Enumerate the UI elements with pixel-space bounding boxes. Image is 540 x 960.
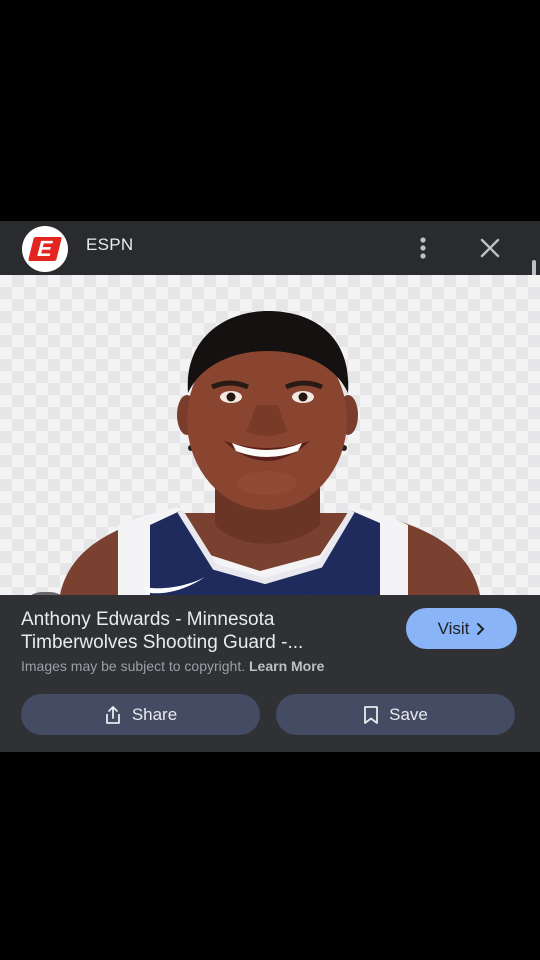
bookmark-icon — [364, 705, 379, 724]
copyright-text: Images may be subject to copyright. — [21, 658, 246, 674]
scrollbar-thumb[interactable] — [532, 260, 536, 276]
visit-button[interactable]: Visit — [406, 608, 517, 649]
share-icon — [105, 705, 120, 724]
image-title-line2: Timberwolves Shooting Guard -... — [21, 632, 304, 653]
source-name[interactable]: ESPN — [86, 235, 134, 255]
image-viewer-panel: E ESPN sezzl Anthony Edwards - Minnesota… — [0, 221, 540, 752]
image-title[interactable]: Anthony Edwards - Minnesota Timberwolves… — [21, 608, 391, 654]
image-caption: Anthony Edwards - Minnesota Timberwolves… — [0, 595, 540, 752]
learn-more-link[interactable]: Learn More — [249, 658, 324, 674]
chevron-right-icon — [477, 622, 485, 635]
viewer-header: E ESPN — [0, 221, 540, 276]
player-photo: sezzl — [60, 311, 480, 595]
save-label: Save — [389, 704, 428, 724]
more-vert-icon[interactable] — [411, 233, 435, 263]
copyright-notice: Images may be subject to copyright. Lear… — [21, 658, 324, 674]
preview-image[interactable]: sezzl — [0, 275, 540, 595]
image-title-line1: Anthony Edwards - Minnesota — [21, 609, 275, 630]
save-button[interactable]: Save — [276, 694, 515, 735]
visit-label: Visit — [437, 618, 470, 638]
espn-logo[interactable]: E — [22, 226, 68, 272]
share-button[interactable]: Share — [21, 694, 260, 735]
close-icon[interactable] — [475, 233, 505, 263]
share-label: Share — [131, 704, 178, 724]
jersey-sponsor-text: sezzl — [300, 581, 331, 595]
espn-logo-letter: E — [28, 236, 62, 261]
